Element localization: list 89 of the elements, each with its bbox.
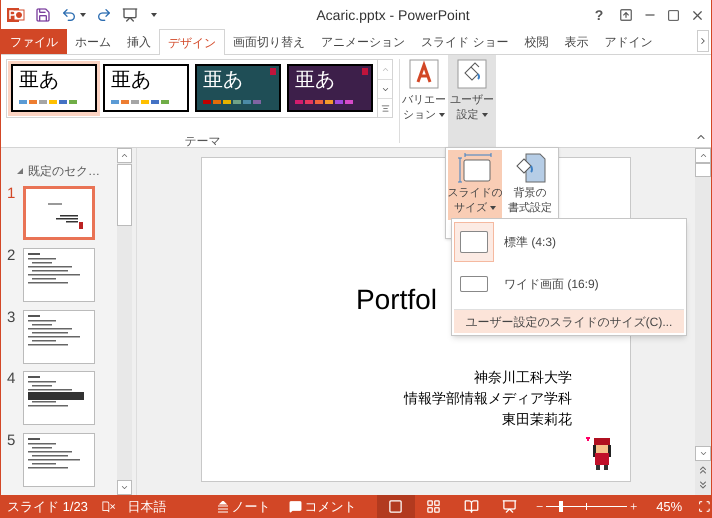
menu-item[interactable]: ユーザー設定のスライドのサイズ(C)...: [454, 309, 684, 333]
slide-number: 1: [7, 186, 16, 202]
theme-sample-text: 亜あ: [19, 68, 60, 92]
paint-bucket-icon: [457, 59, 487, 89]
slide-subtitle-line: 神奈川工科大学: [474, 368, 572, 386]
chevron-up-icon: [380, 65, 390, 74]
slide-number: 2: [7, 248, 16, 264]
spell-check-icon[interactable]: [102, 500, 116, 514]
letter-a-icon: [409, 59, 439, 89]
slide-thumbnail[interactable]: [23, 248, 95, 302]
normal-view-icon: [388, 499, 404, 514]
presentation-icon: [502, 499, 518, 514]
language-label[interactable]: 日本語: [128, 496, 167, 516]
slide-number: 3: [7, 310, 16, 326]
zoom-in-icon[interactable]: [628, 501, 638, 512]
theme-sample-text: 亜あ: [111, 68, 152, 92]
slide-subtitle-line: 情報学部情報メディア学科: [404, 389, 572, 407]
caret-icon: [439, 113, 445, 118]
customize-caret-icon: [151, 13, 157, 17]
popup-button[interactable]: 背景の 書式設定: [504, 150, 556, 220]
ribbon-tab[interactable]: 表示: [556, 29, 596, 54]
theme-sample-text: 亜あ: [203, 68, 244, 92]
next-slide-icon[interactable]: [697, 479, 709, 491]
window-title: Acaric.pptx - PowerPoint: [315, 6, 471, 25]
ribbon-button[interactable]: ユーザー 設定: [448, 55, 496, 147]
comment-icon: [288, 500, 302, 513]
ribbon-tab[interactable]: ホーム: [67, 29, 119, 54]
slide-thumbnail[interactable]: [23, 433, 95, 488]
slide-title: Portfol: [356, 283, 437, 317]
present-icon[interactable]: [122, 7, 138, 23]
slide-size-icon: [458, 153, 492, 183]
slide-thumbnail[interactable]: [23, 310, 95, 364]
slide-counter: スライド 1/23: [7, 498, 88, 516]
scrollbar-thumb[interactable]: [117, 164, 132, 226]
collapse-triangle-icon[interactable]: [17, 168, 23, 174]
theme-option[interactable]: 亜あ: [8, 61, 100, 116]
ribbon-tab[interactable]: アニメーション: [313, 29, 413, 54]
ribbon-tab[interactable]: スライド ショー: [413, 29, 516, 54]
ribbon-display-icon[interactable]: [619, 8, 633, 22]
scroll-up-icon[interactable]: [120, 151, 129, 160]
accent-mark: [270, 68, 276, 75]
background-format-icon: [514, 153, 546, 183]
file-tab[interactable]: ファイル: [1, 29, 67, 54]
fit-to-window-icon[interactable]: [698, 499, 711, 514]
ribbon-tab[interactable]: デザイン: [159, 29, 225, 55]
maximize-icon[interactable]: [667, 8, 680, 22]
lines-icon: [216, 500, 229, 512]
scroll-tabs-button[interactable]: [697, 30, 709, 52]
theme-sample-text: 亜あ: [295, 68, 336, 92]
section-header[interactable]: 既定のセク…: [28, 162, 100, 180]
scroll-down-icon[interactable]: [698, 449, 708, 458]
previous-slide-icon[interactable]: [697, 464, 709, 476]
slide-subtitle-line: 東田茉莉花: [502, 410, 572, 428]
slide-number: 4: [7, 371, 16, 388]
normal-view-button[interactable]: [376, 495, 415, 518]
slide-thumbnail[interactable]: [23, 371, 95, 426]
scroll-up-icon[interactable]: [698, 151, 708, 160]
undo-icon[interactable]: [61, 7, 77, 23]
zoom-slider-thumb[interactable]: [559, 501, 564, 512]
accent-mark: [362, 68, 368, 75]
menu-item[interactable]: 標準 (4:3): [454, 221, 684, 263]
app-logo-icon: [7, 6, 25, 24]
ribbon-button[interactable]: バリエー ション: [400, 55, 448, 147]
slide-number: 5: [7, 433, 16, 450]
slide-shape-icon: [460, 276, 488, 292]
more-icon: [380, 104, 390, 112]
save-icon[interactable]: [35, 7, 51, 23]
redo-icon[interactable]: [96, 7, 112, 23]
comments-button[interactable]: コメント: [288, 496, 357, 516]
caret-icon: [482, 113, 488, 118]
zoom-percentage[interactable]: 45%: [656, 496, 682, 516]
ribbon-tab[interactable]: 画面切り替え: [225, 29, 313, 54]
slide-shape-icon: [460, 231, 488, 253]
grid-icon: [426, 499, 442, 514]
scroll-down-icon[interactable]: [120, 483, 129, 492]
thumbnail-content-drawing: [48, 203, 84, 229]
slide-thumbnail[interactable]: [23, 186, 95, 240]
caret-icon: [80, 13, 86, 17]
popup-button[interactable]: スライドの サイズ: [448, 150, 502, 220]
menu-item[interactable]: ワイド画面 (16:9): [454, 263, 684, 305]
notes-button[interactable]: ノート: [216, 496, 271, 516]
caret-icon: [490, 206, 496, 210]
ribbon-tab[interactable]: 挿入: [119, 29, 159, 54]
ribbon-tab[interactable]: アドイン: [596, 29, 660, 54]
help-button[interactable]: ?: [589, 4, 609, 26]
ribbon-tab[interactable]: 校閲: [516, 29, 556, 54]
book-icon: [464, 499, 480, 514]
scrollbar-thumb[interactable]: [695, 163, 711, 177]
group-label: テーマ: [184, 133, 222, 150]
